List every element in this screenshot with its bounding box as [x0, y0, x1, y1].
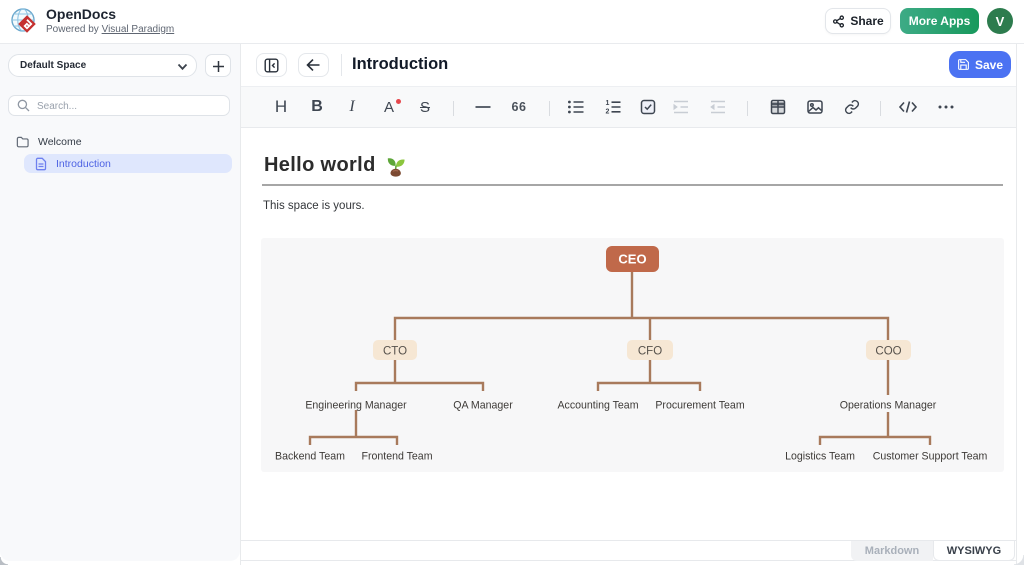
svg-text:CTO: CTO	[383, 346, 407, 358]
svg-text:CFO: CFO	[638, 346, 662, 358]
svg-text:QA Manager: QA Manager	[453, 400, 513, 412]
svg-text:1: 1	[606, 100, 610, 107]
svg-text:Customer Support Team: Customer Support Team	[873, 451, 988, 463]
svg-text:2: 2	[606, 109, 610, 116]
svg-text:Frontend Team: Frontend Team	[361, 451, 432, 463]
svg-text:CEO: CEO	[618, 252, 646, 267]
svg-text:Procurement Team: Procurement Team	[655, 400, 744, 412]
svg-text:Accounting Team: Accounting Team	[557, 400, 638, 412]
svg-text:Backend Team: Backend Team	[275, 451, 345, 463]
svg-text:Logistics Team: Logistics Team	[785, 451, 855, 463]
svg-text:Engineering Manager: Engineering Manager	[305, 400, 407, 412]
svg-text:Operations Manager: Operations Manager	[840, 400, 937, 412]
svg-text:COO: COO	[875, 346, 901, 358]
